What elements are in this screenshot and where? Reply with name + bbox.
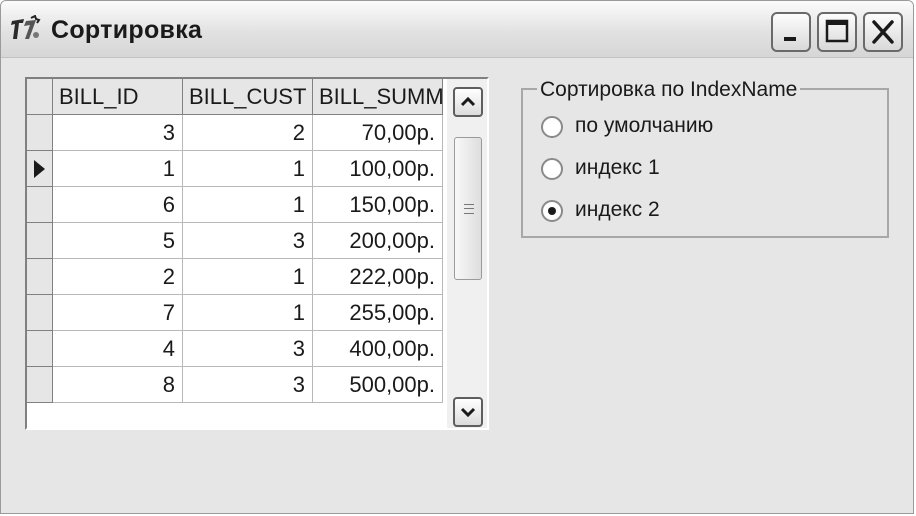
row-indicator[interactable] [27,367,53,403]
scroll-thumb-grip-icon [464,204,474,214]
close-button[interactable] [863,12,903,52]
maximize-button[interactable] [817,12,857,52]
cell-bill-id[interactable]: 1 [53,151,183,187]
row-indicator[interactable] [27,223,53,259]
table-row[interactable]: 4 3 400,00р. [27,331,443,367]
sort-groupbox-caption: Сортировка по IndexName [537,78,801,102]
cell-bill-id[interactable]: 8 [53,367,183,403]
cell-bill-cust[interactable]: 3 [183,367,313,403]
indicator-header [27,79,53,115]
main-window: Сортировка BILL_ID BILL_CUST BILL_SUMM 3… [0,0,914,514]
row-indicator[interactable] [27,115,53,151]
row-pointer-icon [34,160,45,178]
cell-bill-id[interactable]: 6 [53,187,183,223]
scroll-up-button[interactable] [453,87,483,117]
cell-bill-summ[interactable]: 500,00р. [313,367,443,403]
scroll-up-icon [460,96,476,107]
cell-bill-id[interactable]: 7 [53,295,183,331]
table-row[interactable]: 6 1 150,00р. [27,187,443,223]
cell-bill-summ[interactable]: 255,00р. [313,295,443,331]
minimize-icon [784,37,796,41]
cell-bill-id[interactable]: 2 [53,259,183,295]
cell-bill-summ[interactable]: 400,00р. [313,331,443,367]
column-header-bill-summ[interactable]: BILL_SUMM [313,79,443,115]
vertical-scrollbar[interactable] [447,79,487,428]
cell-bill-summ[interactable]: 222,00р. [313,259,443,295]
table-row[interactable]: 1 1 100,00р. [27,151,443,187]
table-row[interactable]: 3 2 70,00р. [27,115,443,151]
cell-bill-id[interactable]: 5 [53,223,183,259]
row-indicator[interactable] [27,151,53,187]
cell-bill-id[interactable]: 3 [53,115,183,151]
row-indicator[interactable] [27,295,53,331]
cell-bill-cust[interactable]: 2 [183,115,313,151]
maximize-icon [825,19,849,43]
window-title: Сортировка [51,16,203,44]
column-header-bill-id[interactable]: BILL_ID [53,79,183,115]
cell-bill-summ[interactable]: 70,00р. [313,115,443,151]
table-row[interactable]: 8 3 500,00р. [27,367,443,403]
close-icon [872,20,894,44]
cell-bill-summ[interactable]: 150,00р. [313,187,443,223]
radio-label: по умолчанию [575,114,714,137]
bills-grid[interactable]: BILL_ID BILL_CUST BILL_SUMM 3 2 70,00р. 1 1 1… [25,77,489,430]
table-row[interactable]: 2 1 222,00р. [27,259,443,295]
app-icon[interactable] [9,14,41,45]
cell-bill-cust[interactable]: 3 [183,331,313,367]
row-indicator[interactable] [27,259,53,295]
radio-label: индекс 2 [575,198,660,221]
scroll-thumb[interactable] [454,137,482,280]
title-bar[interactable]: Сортировка [1,1,913,58]
table-row[interactable]: 5 3 200,00р. [27,223,443,259]
scroll-down-button[interactable] [453,397,483,427]
cell-bill-cust[interactable]: 1 [183,187,313,223]
sort-groupbox: Сортировка по IndexName по умолчанию инд… [521,78,889,238]
cell-bill-summ[interactable]: 100,00р. [313,151,443,187]
cell-bill-cust[interactable]: 1 [183,259,313,295]
cell-bill-cust[interactable]: 1 [183,151,313,187]
grid-body: BILL_ID BILL_CUST BILL_SUMM 3 2 70,00р. 1 1 1… [27,79,443,428]
scroll-down-icon [460,407,476,418]
row-indicator[interactable] [27,331,53,367]
radio-button[interactable] [541,158,563,180]
cell-bill-id[interactable]: 4 [53,331,183,367]
table-row[interactable]: 7 1 255,00р. [27,295,443,331]
radio-label: индекс 1 [575,156,660,179]
row-indicator[interactable] [27,187,53,223]
radio-button[interactable] [541,200,563,222]
column-header-bill-cust[interactable]: BILL_CUST [183,79,313,115]
cell-bill-summ[interactable]: 200,00р. [313,223,443,259]
client-area: BILL_ID BILL_CUST BILL_SUMM 3 2 70,00р. 1 1 1… [1,58,913,513]
cell-bill-cust[interactable]: 1 [183,295,313,331]
cell-bill-cust[interactable]: 3 [183,223,313,259]
radio-button[interactable] [541,116,563,138]
minimize-button[interactable] [771,12,811,52]
